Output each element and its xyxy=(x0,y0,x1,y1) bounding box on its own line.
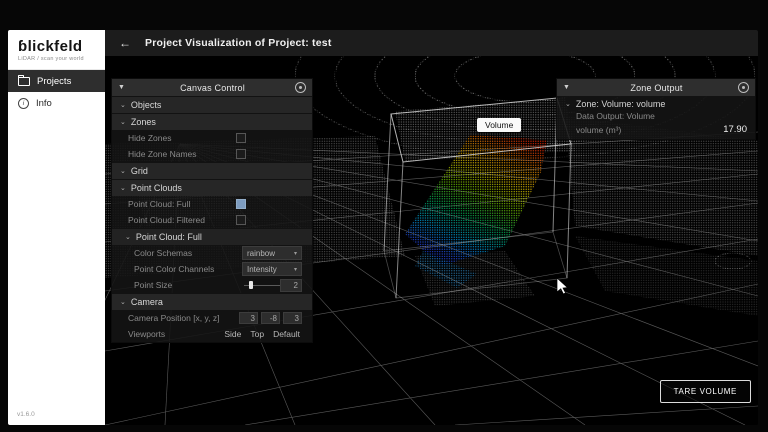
viewport-side-button[interactable]: Side xyxy=(224,329,241,339)
pin-icon[interactable] xyxy=(738,82,749,93)
zone-output-panel: ▼ Zone Output ⌄ Zone: Volume: volume Dat… xyxy=(556,78,756,140)
chevron-down-icon: ▾ xyxy=(294,266,297,273)
viewport-buttons: Side Top Default xyxy=(224,329,300,339)
slider-handle[interactable] xyxy=(249,281,253,289)
back-arrow-icon[interactable]: ← xyxy=(119,36,135,50)
section-zones[interactable]: ⌄ Zones xyxy=(112,113,312,130)
chevron-down-icon: ⌄ xyxy=(125,233,131,241)
app-window: ɓlickfeld LiDAR / scan your world Projec… xyxy=(8,30,758,425)
mouse-cursor xyxy=(557,278,568,294)
canvas-control-panel: ▼ Canvas Control ⌄ Objects ⌄ Zones Hide … xyxy=(111,78,313,343)
section-label: Zones xyxy=(131,117,156,127)
volume-annotation-label: Volume xyxy=(477,118,521,132)
sidebar-item-info[interactable]: i Info xyxy=(8,92,105,114)
collapse-chevron-icon[interactable]: ▼ xyxy=(118,84,130,91)
point-size-slider[interactable] xyxy=(244,280,280,290)
section-point-clouds[interactable]: ⌄ Point Clouds xyxy=(112,179,312,196)
volume-value-row: volume (m³) 17.90 xyxy=(557,122,755,139)
point-cloud-full-row: Point Cloud: Full xyxy=(112,196,312,212)
hide-zones-label: Hide Zones xyxy=(128,133,236,143)
chevron-down-icon: ▾ xyxy=(294,250,297,257)
data-output-label: Data Output: Volume xyxy=(557,110,755,122)
pin-icon[interactable] xyxy=(295,82,306,93)
color-schemas-select[interactable]: rainbow ▾ xyxy=(242,246,302,260)
camera-position-inputs xyxy=(236,312,302,324)
section-grid[interactable]: ⌄ Grid xyxy=(112,162,312,179)
top-header-bar: ← Project Visualization of Project: test xyxy=(105,30,758,56)
point-cloud-full-checkbox[interactable] xyxy=(236,199,246,209)
volume-value: 17.90 xyxy=(723,124,747,135)
hide-zone-names-checkbox[interactable] xyxy=(236,149,246,159)
point-color-channels-row: Point Color Channels Intensity ▾ xyxy=(112,261,312,277)
zone-name-label: Zone: Volume: volume xyxy=(576,99,666,109)
info-icon: i xyxy=(18,98,29,109)
section-camera[interactable]: ⌄ Camera xyxy=(112,293,312,310)
select-value: rainbow xyxy=(247,249,294,258)
color-schemas-row: Color Schemas rainbow ▾ xyxy=(112,245,312,261)
chevron-down-icon: ⌄ xyxy=(120,118,126,126)
point-color-channels-select[interactable]: Intensity ▾ xyxy=(242,262,302,276)
point-cloud-filtered-label: Point Cloud: Filtered xyxy=(128,215,236,225)
point-size-label: Point Size xyxy=(134,280,242,290)
volume-unit-label: volume (m³) xyxy=(576,125,621,135)
chevron-down-icon: ⌄ xyxy=(120,298,126,306)
chevron-down-icon: ⌄ xyxy=(120,184,126,192)
section-point-cloud-full[interactable]: ⌄ Point Cloud: Full xyxy=(112,228,312,245)
blickfeld-logo: ɓlickfeld xyxy=(18,39,95,54)
3d-viewport[interactable]: Volume ▼ Canvas Control ⌄ Objects ⌄ Zon xyxy=(105,56,758,425)
chevron-down-icon: ⌄ xyxy=(120,167,126,175)
hide-zones-row: Hide Zones xyxy=(112,130,312,146)
sidebar: ɓlickfeld LiDAR / scan your world Projec… xyxy=(8,30,105,425)
point-size-row: Point Size 2 xyxy=(112,277,312,293)
section-label: Point Cloud: Full xyxy=(136,232,202,242)
camera-position-label: Camera Position [x, y, z] xyxy=(128,313,236,323)
viewports-label: Viewports xyxy=(128,329,224,339)
point-size-value: 2 xyxy=(280,279,302,292)
hide-zone-names-row: Hide Zone Names xyxy=(112,146,312,162)
logo-tagline: LiDAR / scan your world xyxy=(18,56,95,62)
point-cloud-filtered-checkbox[interactable] xyxy=(236,215,246,225)
select-value: Intensity xyxy=(247,265,294,274)
panel-title: Zone Output xyxy=(575,83,738,93)
section-objects[interactable]: ⌄ Objects xyxy=(112,96,312,113)
sidebar-item-label: Info xyxy=(36,98,52,109)
camera-x-input[interactable] xyxy=(239,312,258,324)
collapse-chevron-icon[interactable]: ▼ xyxy=(563,84,575,91)
sidebar-item-label: Projects xyxy=(37,76,71,87)
logo-area: ɓlickfeld LiDAR / scan your world xyxy=(8,30,105,70)
section-label: Objects xyxy=(131,100,162,110)
sidebar-item-projects[interactable]: Projects xyxy=(8,70,105,92)
viewport-default-button[interactable]: Default xyxy=(273,329,300,339)
section-label: Camera xyxy=(131,297,163,307)
folder-icon xyxy=(18,77,30,86)
viewport-top-button[interactable]: Top xyxy=(250,329,264,339)
color-schemas-label: Color Schemas xyxy=(134,248,242,258)
panel-title: Canvas Control xyxy=(130,83,295,93)
chevron-down-icon: ⌄ xyxy=(120,101,126,109)
point-cloud-filtered-row: Point Cloud: Filtered xyxy=(112,212,312,228)
canvas-control-header[interactable]: ▼ Canvas Control xyxy=(112,79,312,96)
section-label: Grid xyxy=(131,166,148,176)
tare-volume-button[interactable]: TARE VOLUME xyxy=(660,380,751,403)
screen-bezel: ɓlickfeld LiDAR / scan your world Projec… xyxy=(0,0,768,432)
hide-zones-checkbox[interactable] xyxy=(236,133,246,143)
zone-output-header[interactable]: ▼ Zone Output xyxy=(557,79,755,96)
section-label: Point Clouds xyxy=(131,183,182,193)
point-cloud-full-label: Point Cloud: Full xyxy=(128,199,236,209)
camera-y-input[interactable] xyxy=(261,312,280,324)
zone-name-row[interactable]: ⌄ Zone: Volume: volume xyxy=(557,96,755,110)
main-area: ← Project Visualization of Project: test xyxy=(105,30,758,425)
chevron-down-icon: ⌄ xyxy=(565,100,571,108)
viewports-row: Viewports Side Top Default xyxy=(112,326,312,342)
page-title: Project Visualization of Project: test xyxy=(145,37,332,49)
point-color-channels-label: Point Color Channels xyxy=(134,264,242,274)
app-version: v1.6.0 xyxy=(17,411,35,418)
camera-z-input[interactable] xyxy=(283,312,302,324)
camera-position-row: Camera Position [x, y, z] xyxy=(112,310,312,326)
hide-zone-names-label: Hide Zone Names xyxy=(128,149,236,159)
